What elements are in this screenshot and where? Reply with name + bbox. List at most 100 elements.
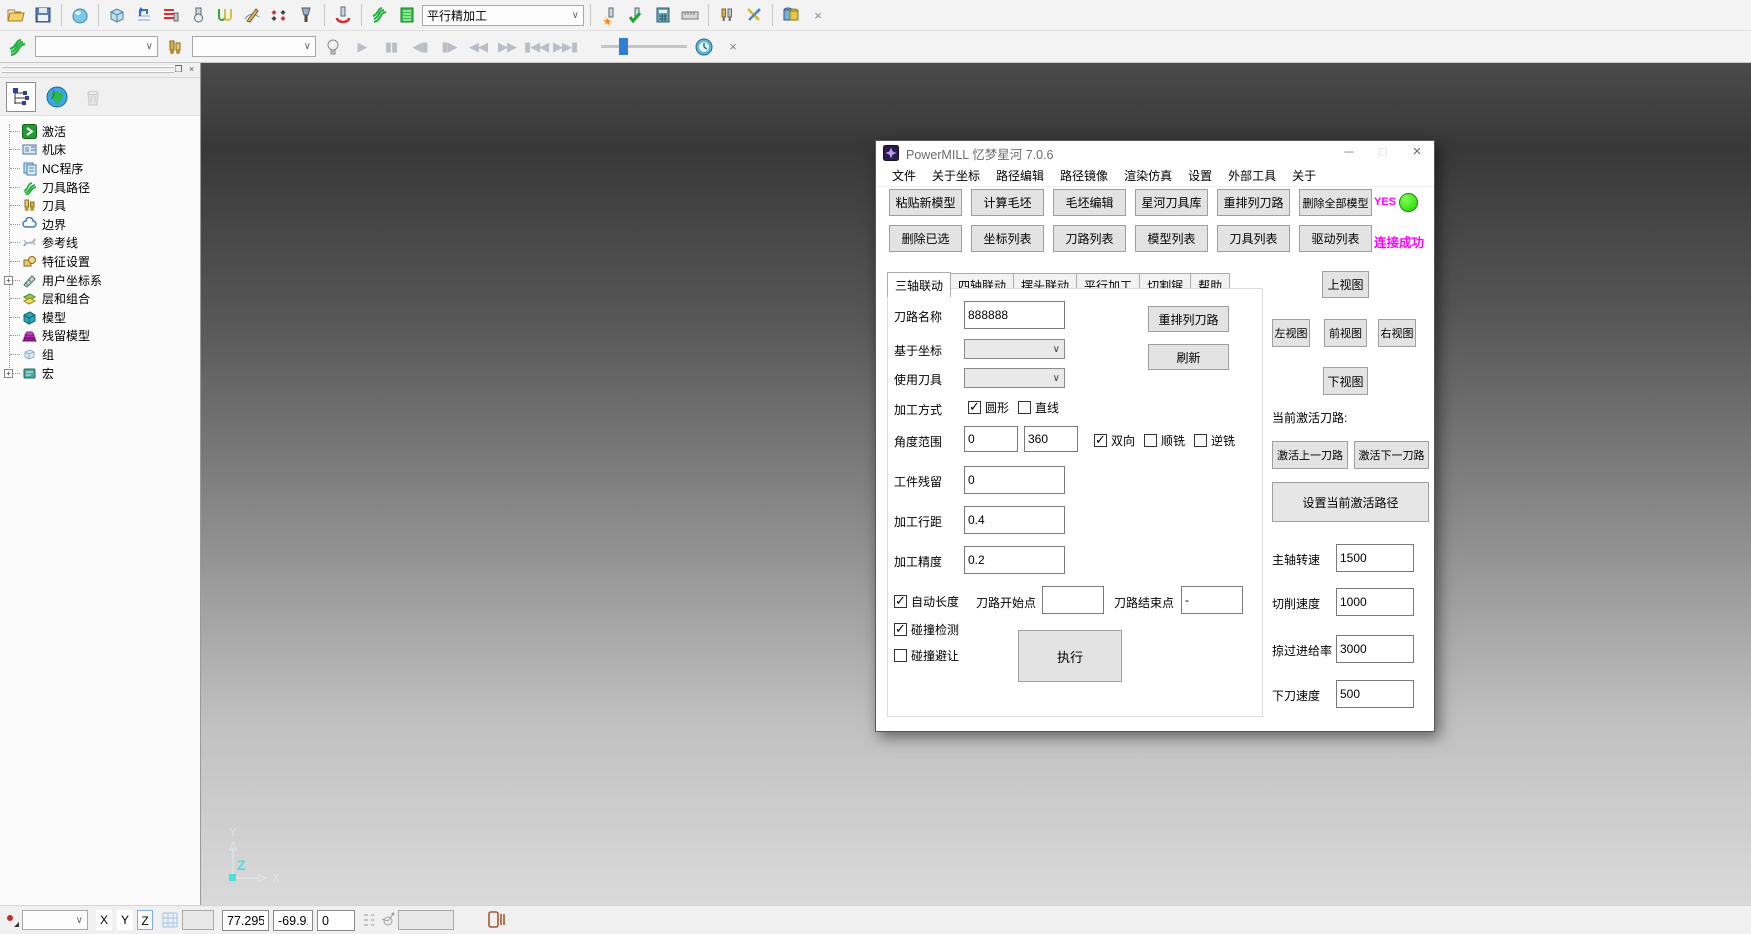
collision-check-button[interactable] <box>331 3 355 27</box>
shaded-view-button[interactable] <box>68 3 92 27</box>
panel-grip[interactable]: ❐ × <box>0 63 200 78</box>
go-to-start-button[interactable]: ▮◀◀ <box>524 39 548 55</box>
toolpath-list-button[interactable]: 刀路列表 <box>1053 225 1126 252</box>
open-file-button[interactable] <box>4 3 28 27</box>
circle-checkbox[interactable]: 圆形 <box>968 399 1009 416</box>
featureset-toolbar-button[interactable] <box>267 3 291 27</box>
tree-item-machine-tools[interactable]: 机床 <box>0 141 200 160</box>
sim-light-button[interactable] <box>321 35 345 59</box>
activate-prev-toolpath-button[interactable]: 激活上一刀路 <box>1272 441 1348 469</box>
sim-toolbar-close-button[interactable]: × <box>721 35 745 59</box>
grid-toggle-button[interactable] <box>160 910 180 933</box>
toolbar-close-button[interactable]: × <box>806 3 830 27</box>
auto-length-checkbox[interactable]: 自动长度 <box>894 593 959 610</box>
execute-button[interactable]: 执行 <box>1018 630 1122 682</box>
toolpath-name-input[interactable] <box>964 301 1065 329</box>
bidirectional-checkbox[interactable]: 双向 <box>1094 432 1135 449</box>
stepover-input[interactable] <box>964 506 1065 534</box>
toolpath-list-button[interactable] <box>395 3 419 27</box>
nc-program-toolbar-button[interactable] <box>159 3 183 27</box>
sim-tool-button[interactable] <box>163 35 187 59</box>
block-edit-button[interactable]: 毛坯编辑 <box>1053 189 1126 216</box>
refresh-button[interactable]: 刷新 <box>1148 344 1229 370</box>
axis-z-button[interactable]: Z <box>137 910 153 930</box>
view-left-button[interactable]: 左视图 <box>1272 319 1310 347</box>
pattern-toolbar-button[interactable] <box>240 3 264 27</box>
close-button[interactable]: × <box>1400 141 1434 165</box>
end-point-input[interactable] <box>1181 586 1243 614</box>
start-point-input[interactable] <box>1042 586 1104 614</box>
menu-settings[interactable]: 设置 <box>1180 165 1220 186</box>
cursor-z-field[interactable] <box>317 910 355 931</box>
view-front-button[interactable]: 前视图 <box>1324 319 1367 347</box>
tree-item-stock-models[interactable]: 残留模型 <box>0 327 200 346</box>
nc-program-combobox[interactable]: ∨ <box>35 36 158 57</box>
compare-models-button[interactable] <box>779 3 803 27</box>
tree-item-activate[interactable]: 激活 <box>0 122 200 141</box>
play-button[interactable]: ▶ <box>350 39 374 55</box>
menu-render-sim[interactable]: 渲染仿真 <box>1116 165 1180 186</box>
statusbar-combobox[interactable]: ∨ <box>22 910 88 930</box>
tree-item-groups[interactable]: 组 <box>0 345 200 364</box>
calc-block-button[interactable]: 计算毛坯 <box>971 189 1044 216</box>
tree-item-toolpaths[interactable]: 刀具路径 <box>0 178 200 197</box>
angle-from-input[interactable] <box>964 426 1018 452</box>
probe-point-button[interactable] <box>4 911 19 929</box>
drive-list-button[interactable]: 驱动列表 <box>1299 225 1372 252</box>
powermill-ribbon-button[interactable] <box>6 35 30 59</box>
delete-selected-button[interactable]: 删除已选 <box>889 225 962 252</box>
tool-list-button[interactable]: 刀具列表 <box>1217 225 1290 252</box>
spindle-speed-input[interactable] <box>1336 544 1414 572</box>
tree-item-workplanes[interactable]: +用户坐标系 <box>0 271 200 290</box>
menu-external-tools[interactable]: 外部工具 <box>1220 165 1284 186</box>
go-to-end-button[interactable]: ▶▶▮ <box>553 39 577 55</box>
model-list-button[interactable]: 模型列表 <box>1135 225 1208 252</box>
speed-slider[interactable] <box>601 45 687 48</box>
cursor-x-field[interactable] <box>222 910 269 931</box>
tree-item-patterns[interactable]: 参考线 <box>0 234 200 253</box>
tree-view-button[interactable] <box>6 82 36 112</box>
globe-button[interactable] <box>42 82 72 112</box>
angle-to-input[interactable] <box>1024 426 1078 452</box>
collision-check-checkbox[interactable]: 碰撞检测 <box>894 621 959 638</box>
tool-holder-button[interactable] <box>294 3 318 27</box>
maximize-button[interactable]: □ <box>1366 141 1400 165</box>
sim-speed-button[interactable] <box>692 35 716 59</box>
paste-new-model-button[interactable]: 粘贴新模型 <box>889 189 962 216</box>
trash-button[interactable] <box>78 82 108 112</box>
step-forward-button[interactable]: ▮▶ <box>437 39 461 55</box>
tool-change-button[interactable] <box>715 3 739 27</box>
expand-icon[interactable]: + <box>4 369 13 378</box>
cursor-y-field[interactable] <box>273 910 313 931</box>
swap-arrows-button[interactable] <box>742 3 766 27</box>
panel-float-icon[interactable]: ❐ <box>173 64 184 75</box>
boundary-toolbar-button[interactable] <box>213 3 237 27</box>
expand-icon[interactable]: + <box>4 276 13 285</box>
workplane-indicator-button[interactable] <box>380 911 396 930</box>
menu-about-coords[interactable]: 关于坐标 <box>924 165 988 186</box>
menu-about[interactable]: 关于 <box>1284 165 1324 186</box>
save-button[interactable] <box>31 3 55 27</box>
pause-button[interactable]: ▮▮ <box>379 39 403 55</box>
delete-all-models-button[interactable]: 删除全部模型 <box>1299 189 1372 216</box>
coord-list-button[interactable]: 坐标列表 <box>971 225 1044 252</box>
tree-item-levels-and-sets[interactable]: 层和组合 <box>0 289 200 308</box>
tree-item-boundaries[interactable]: 边界 <box>0 215 200 234</box>
collision-avoid-checkbox[interactable]: 碰撞避让 <box>894 647 959 664</box>
toolpath-strategy-button[interactable] <box>132 3 156 27</box>
calculator-button[interactable] <box>651 3 675 27</box>
menu-file[interactable]: 文件 <box>884 165 924 186</box>
line-checkbox[interactable]: 直线 <box>1018 399 1059 416</box>
tree-item-tools[interactable]: 刀具 <box>0 196 200 215</box>
reorder-toolpaths-form-button[interactable]: 重排列刀路 <box>1148 306 1229 332</box>
strategy-combobox[interactable]: 平行精加工 ∨ <box>422 5 584 26</box>
block-button[interactable] <box>105 3 129 27</box>
dialog-titlebar[interactable]: PowerMILL 忆梦星河 7.0.6 ─ □ × <box>876 141 1434 165</box>
rewind-button[interactable]: ◀◀ <box>466 39 490 55</box>
toolpath-check-button[interactable] <box>624 3 648 27</box>
menu-path-mirror[interactable]: 路径镜像 <box>1052 165 1116 186</box>
tab-3axis[interactable]: 三轴联动 <box>887 272 951 297</box>
skim-feed-input[interactable] <box>1336 635 1414 663</box>
set-active-path-button[interactable]: 设置当前激活路径 <box>1272 482 1429 522</box>
axis-x-button[interactable]: X <box>96 910 112 930</box>
